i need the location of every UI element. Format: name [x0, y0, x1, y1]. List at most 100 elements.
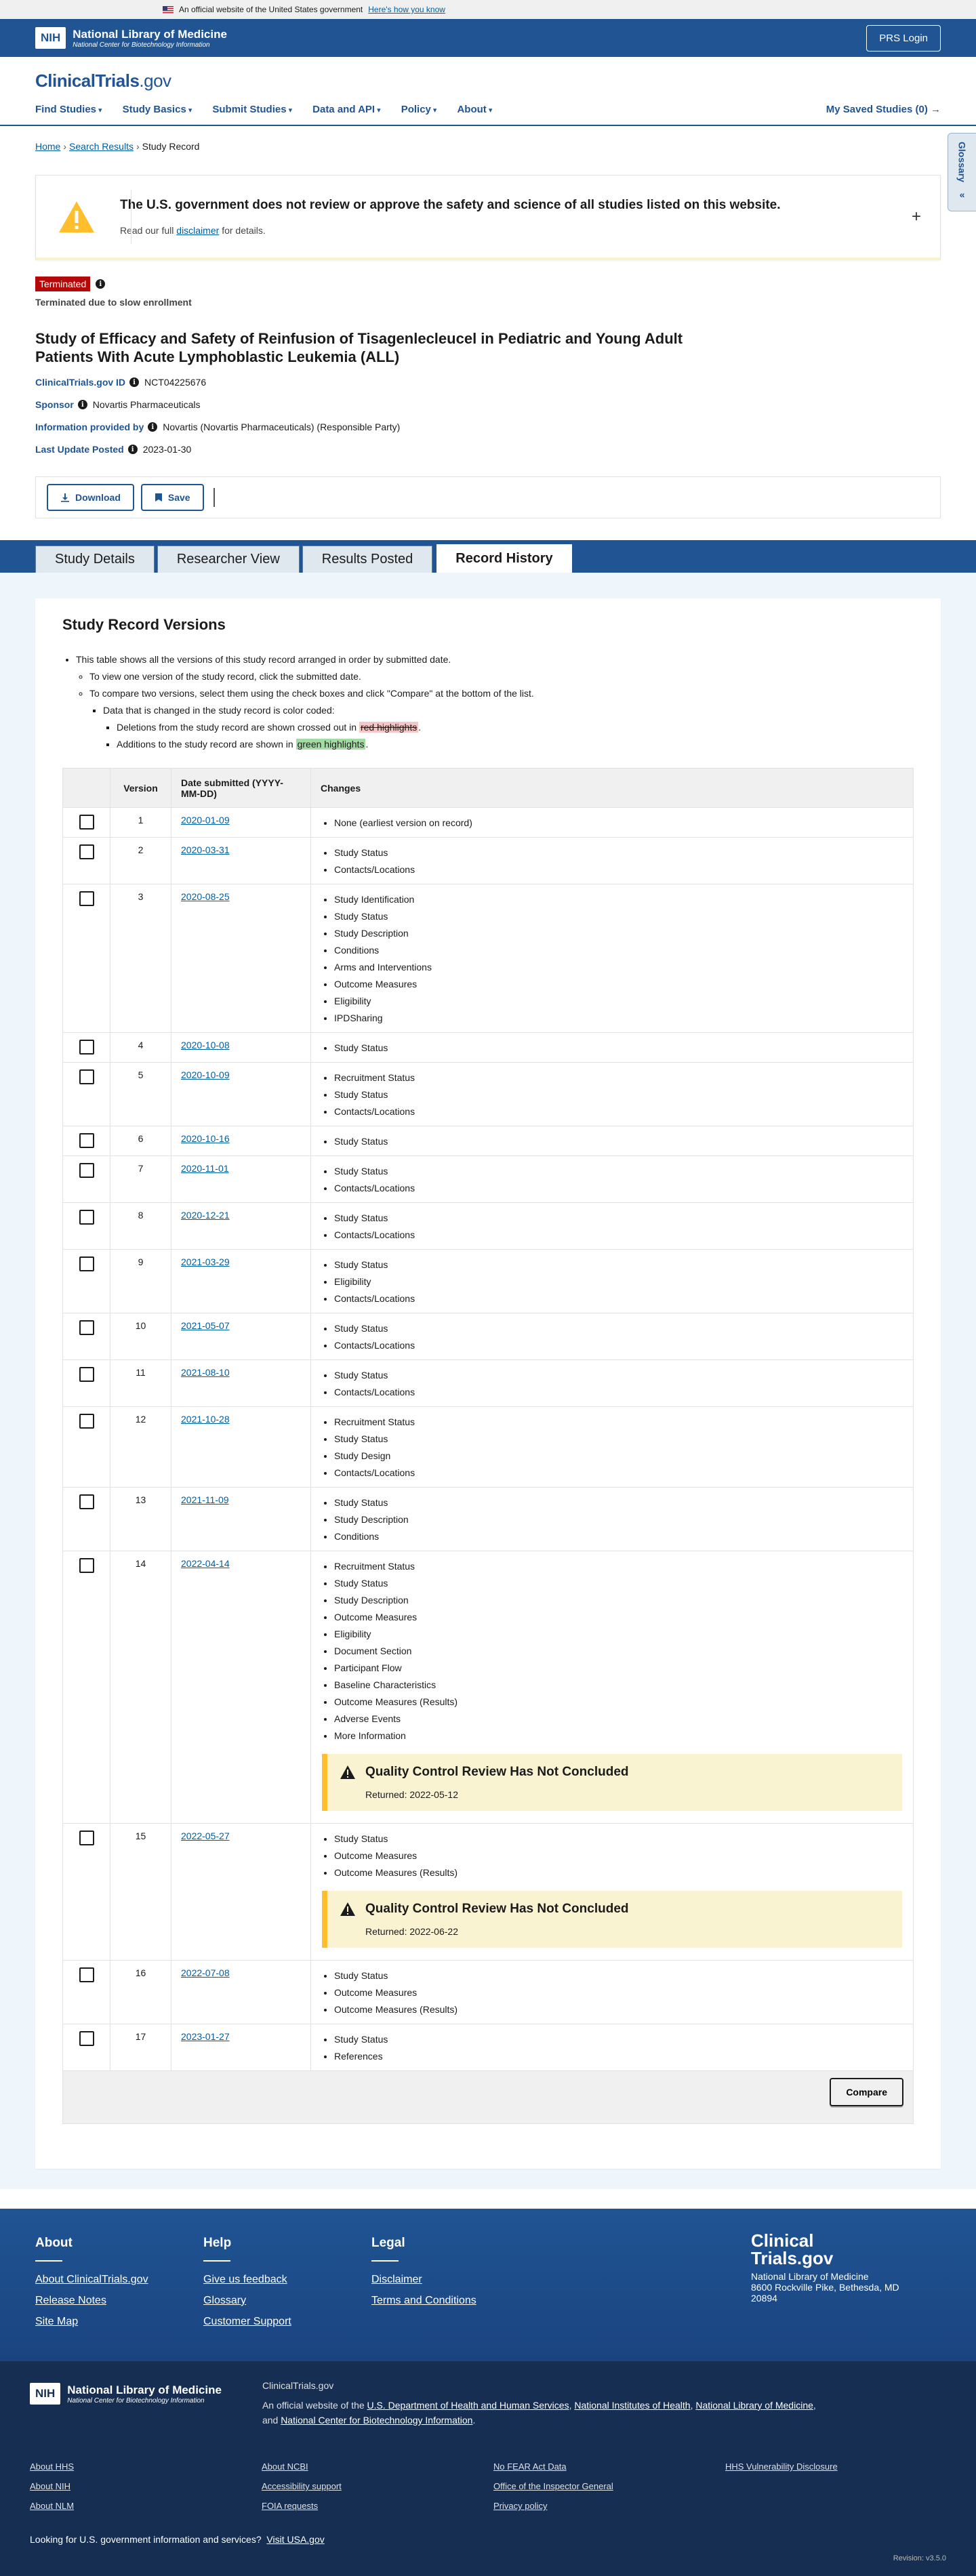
version-date-link[interactable]: 2020-03-31 [181, 844, 230, 855]
expand-plus-icon[interactable]: + [912, 207, 921, 226]
ct-logo[interactable]: ClinicalTrials.gov [35, 57, 941, 91]
nlm-logo[interactable]: NIH National Library of Medicine Nationa… [35, 27, 227, 49]
compare-button[interactable]: Compare [830, 2078, 903, 2106]
nav-item-data-and-api[interactable]: Data and API [312, 104, 381, 115]
version-checkbox[interactable] [79, 1069, 94, 1084]
footer-link-site-map[interactable]: Site Map [35, 2316, 203, 2328]
change-item: Study Status [334, 1040, 903, 1057]
version-checkbox[interactable] [79, 1367, 94, 1382]
breadcrumb-search-results[interactable]: Search Results [69, 141, 134, 152]
footer-nlm-logo[interactable]: NIH National Library of Medicine Nationa… [30, 2383, 222, 2405]
footer-link-accessibility-support[interactable]: Accessibility support [262, 2481, 493, 2491]
history-heading: Study Record Versions [62, 616, 226, 633]
footer-link-disclaimer[interactable]: Disclaimer [371, 2274, 540, 2286]
version-date-link[interactable]: 2021-05-07 [181, 1320, 230, 1331]
footer-link-no-fear-act-data[interactable]: No FEAR Act Data [493, 2461, 725, 2472]
version-date-link[interactable]: 2020-11-01 [181, 1163, 229, 1174]
info-icon[interactable]: i [96, 279, 106, 289]
version-checkbox[interactable] [79, 1494, 94, 1509]
version-date-link[interactable]: 2020-10-09 [181, 1069, 230, 1080]
disclaimer-link[interactable]: disclaimer [176, 225, 219, 236]
nav-item-about[interactable]: About [457, 104, 492, 115]
nlm-link[interactable]: National Library of Medicine [695, 2400, 813, 2411]
usa-gov-link[interactable]: Visit USA.gov [266, 2534, 324, 2545]
footer-link-about-clinicaltrials-gov[interactable]: About ClinicalTrials.gov [35, 2274, 203, 2286]
nav-item-policy[interactable]: Policy [401, 104, 437, 115]
version-checkbox[interactable] [79, 1558, 94, 1573]
info-icon[interactable]: i [127, 445, 138, 454]
footer-link-about-ncbi[interactable]: About NCBI [262, 2461, 493, 2472]
prs-login-button[interactable]: PRS Login [866, 24, 941, 52]
info-icon[interactable]: i [129, 377, 140, 387]
nih-link[interactable]: National Institutes of Health [574, 2400, 690, 2411]
version-date-link[interactable]: 2022-05-27 [181, 1831, 230, 1841]
version-date-link[interactable]: 2020-01-09 [181, 815, 230, 825]
version-checkbox[interactable] [79, 1256, 94, 1271]
version-number: 16 [110, 1960, 171, 2024]
my-saved-studies-link[interactable]: My Saved Studies (0) → [826, 104, 941, 115]
version-date-link[interactable]: 2020-10-08 [181, 1040, 230, 1050]
version-date-link[interactable]: 2020-10-16 [181, 1133, 230, 1144]
version-date-link[interactable]: 2021-03-29 [181, 1256, 230, 1267]
status-badge: Terminated [35, 277, 91, 291]
nav-item-submit-studies[interactable]: Submit Studies [212, 104, 292, 115]
version-checkbox[interactable] [79, 1210, 94, 1225]
footer-link-release-notes[interactable]: Release Notes [35, 2295, 203, 2307]
info-icon[interactable]: i [77, 400, 87, 409]
version-date-link[interactable]: 2023-01-27 [181, 2031, 230, 2042]
breadcrumb-home[interactable]: Home [35, 141, 60, 152]
version-date-link[interactable]: 2021-10-28 [181, 1414, 230, 1425]
version-checkbox[interactable] [79, 1320, 94, 1335]
footer-link-foia-requests[interactable]: FOIA requests [262, 2501, 493, 2511]
version-date-link[interactable]: 2022-04-14 [181, 1558, 230, 1569]
change-item: Study Description [334, 925, 903, 942]
footer-link-give-us-feedback[interactable]: Give us feedback [203, 2274, 371, 2286]
version-date-link[interactable]: 2020-12-21 [181, 1210, 230, 1221]
footer-about: About About ClinicalTrials.gov Release No… [35, 2236, 203, 2337]
select-cell [62, 1551, 110, 1824]
download-button[interactable]: Download [47, 484, 134, 511]
save-button[interactable]: Save [140, 484, 204, 511]
tab-record-history[interactable]: Record History [435, 543, 573, 573]
tab-results-posted[interactable]: Results Posted [302, 546, 433, 573]
version-date-link[interactable]: 2020-08-25 [181, 891, 230, 902]
version-date-link[interactable]: 2021-08-10 [181, 1367, 230, 1378]
version-checkbox[interactable] [79, 1040, 94, 1055]
footer-link-customer-support[interactable]: Customer Support [203, 2316, 371, 2328]
version-checkbox[interactable] [79, 1414, 94, 1429]
version-checkbox[interactable] [79, 1831, 94, 1845]
changes-cell: Study StatusStudy DescriptionConditions [310, 1487, 914, 1551]
footer-link-hhs-vulnerability-disclosure[interactable]: HHS Vulnerability Disclosure [725, 2461, 957, 2472]
change-item: Contacts/Locations [334, 1384, 903, 1401]
date-cell: 2023-01-27 [171, 2024, 311, 2071]
select-cell [62, 1249, 110, 1313]
footer-link-about-hhs[interactable]: About HHS [30, 2461, 262, 2472]
note-item: Data that is changed in the study record… [103, 702, 914, 753]
version-checkbox[interactable] [79, 1133, 94, 1148]
ncbi-link[interactable]: National Center for Biotechnology Inform… [281, 2415, 472, 2426]
footer-link-terms-and-conditions[interactable]: Terms and Conditions [371, 2295, 540, 2307]
footer-link-about-nih[interactable]: About NIH [30, 2481, 262, 2491]
note-text: Additions to the study record are shown … [117, 739, 293, 750]
footer-ct-logo[interactable]: Clinical Trials.gov [751, 2232, 927, 2267]
footer-link-privacy-policy[interactable]: Privacy policy [493, 2501, 725, 2511]
tab-researcher-view[interactable]: Researcher View [157, 546, 300, 573]
footer-link-about-nlm[interactable]: About NLM [30, 2501, 262, 2511]
footer-link-office-of-the-inspector-general[interactable]: Office of the Inspector General [493, 2481, 725, 2491]
version-checkbox[interactable] [79, 2031, 94, 2046]
version-checkbox[interactable] [79, 891, 94, 906]
version-date-link[interactable]: 2021-11-09 [181, 1494, 229, 1505]
how-you-know-link[interactable]: Here's how you know [368, 5, 445, 14]
version-date-link[interactable]: 2022-07-08 [181, 1967, 230, 1978]
version-checkbox[interactable] [79, 844, 94, 859]
version-checkbox[interactable] [79, 1163, 94, 1178]
hhs-link[interactable]: U.S. Department of Health and Human Serv… [367, 2400, 569, 2411]
arrow-right-icon: → [931, 104, 941, 115]
info-icon[interactable]: i [148, 422, 158, 432]
nav-item-study-basics[interactable]: Study Basics [123, 104, 192, 115]
version-checkbox[interactable] [79, 815, 94, 830]
footer-link-glossary[interactable]: Glossary [203, 2295, 371, 2307]
version-checkbox[interactable] [79, 1967, 94, 1982]
nav-item-find-studies[interactable]: Find Studies [35, 104, 102, 115]
tab-study-details[interactable]: Study Details [35, 546, 155, 573]
